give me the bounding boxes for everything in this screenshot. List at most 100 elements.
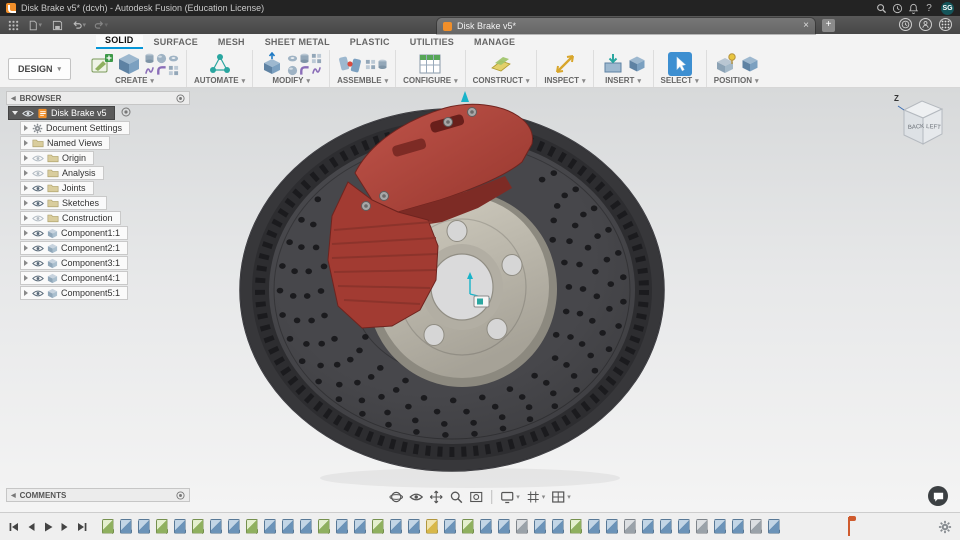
browser-row-analysis[interactable]: Analysis	[6, 166, 190, 180]
browser-row-component2[interactable]: Component2:1	[6, 241, 190, 255]
3d-viewport[interactable]: ◀ BROWSER Disk Brake v5 Document Setting…	[0, 88, 960, 512]
construct-dropdown[interactable]: CONSTRUCT ▾	[473, 76, 530, 86]
timeline-feature-sketch-6[interactable]	[192, 519, 204, 534]
panel-options-icon[interactable]	[176, 491, 185, 500]
combine-button[interactable]	[311, 53, 322, 64]
notifications-bell-icon[interactable]	[905, 1, 921, 15]
measure-button[interactable]	[553, 52, 577, 76]
timeline-feature-sketch-27[interactable]	[570, 519, 582, 534]
viewcube-face-back[interactable]: BACK	[908, 124, 925, 131]
automate-button[interactable]	[208, 52, 232, 76]
play-button[interactable]	[42, 521, 54, 533]
timeline-feature-feature-35[interactable]	[714, 519, 726, 534]
timeline-feature-feature-28[interactable]	[588, 519, 600, 534]
tab-mesh[interactable]: MESH	[209, 37, 254, 49]
browser-row-component4[interactable]: Component4:1	[6, 271, 190, 285]
visibility-eye-icon[interactable]	[32, 229, 44, 238]
tab-surface[interactable]: SURFACE	[145, 37, 207, 49]
job-status-icon[interactable]	[889, 1, 905, 15]
pan-icon[interactable]	[429, 490, 443, 504]
timeline-feature-feature-18[interactable]	[408, 519, 420, 534]
draft-button[interactable]	[311, 65, 322, 76]
skip-to-start-button[interactable]	[8, 521, 20, 533]
timeline-feature-joint-37[interactable]	[750, 519, 762, 534]
tab-manage[interactable]: MANAGE	[465, 37, 524, 49]
browser-row-construction[interactable]: Construction	[6, 211, 190, 225]
modify-dropdown[interactable]: MODIFY ▾	[272, 76, 310, 86]
tab-plastic[interactable]: PLASTIC	[341, 37, 399, 49]
browser-root-row[interactable]: Disk Brake v5	[6, 106, 190, 120]
revert-position-button[interactable]	[741, 55, 759, 73]
insert-derive-button[interactable]	[601, 52, 625, 76]
timeline-feature-feature-32[interactable]	[660, 519, 672, 534]
search-icon[interactable]	[873, 1, 889, 15]
timeline-feature-sketch-1[interactable]	[102, 519, 114, 534]
timeline-feature-feature-38[interactable]	[768, 519, 780, 534]
browser-row-document-settings[interactable]: Document Settings	[6, 121, 190, 135]
visibility-eye-icon[interactable]	[32, 184, 44, 193]
display-settings-icon[interactable]: ▾	[500, 490, 520, 504]
torus-button[interactable]	[168, 53, 179, 64]
comments-header[interactable]: ◀ COMMENTS	[6, 488, 190, 502]
timeline-feature-feature-7[interactable]	[210, 519, 222, 534]
assemble-dropdown[interactable]: ASSEMBLE ▾	[337, 76, 388, 86]
app-grid-icon[interactable]	[6, 18, 20, 32]
timeline-feature-sketch-9[interactable]	[246, 519, 258, 534]
timeline-feature-feature-23[interactable]	[498, 519, 510, 534]
undo-icon[interactable]: ▾	[72, 18, 86, 32]
visibility-eye-icon[interactable]	[32, 169, 44, 178]
timeline-playhead[interactable]	[848, 516, 856, 536]
tab-utilities[interactable]: UTILITIES	[401, 37, 463, 49]
inspect-dropdown[interactable]: INSPECT ▾	[544, 76, 585, 86]
timeline-feature-joint-30[interactable]	[624, 519, 636, 534]
visibility-eye-icon[interactable]	[32, 154, 44, 163]
timeline-feature-feature-14[interactable]	[336, 519, 348, 534]
visibility-eye-icon[interactable]	[32, 274, 44, 283]
timeline-feature-sketch-4[interactable]	[156, 519, 168, 534]
automate-dropdown[interactable]: AUTOMATE ▾	[194, 76, 245, 86]
collapse-panel-icon[interactable]: ◀	[11, 492, 16, 499]
skip-to-end-button[interactable]	[76, 521, 88, 533]
redo-icon[interactable]: ▾	[94, 18, 108, 32]
apps-icon[interactable]	[939, 18, 952, 31]
panel-options-icon[interactable]	[176, 94, 185, 103]
browser-header[interactable]: ◀ BROWSER	[6, 91, 190, 105]
configure-button[interactable]	[418, 52, 442, 76]
configure-dropdown[interactable]: CONFIGURE ▾	[403, 76, 458, 86]
fillet-button[interactable]	[287, 53, 298, 64]
split-body-button[interactable]	[299, 65, 310, 76]
browser-row-sketches[interactable]: Sketches	[6, 196, 190, 210]
timeline-feature-joint-34[interactable]	[696, 519, 708, 534]
select-button[interactable]	[667, 52, 692, 76]
tab-solid[interactable]: SOLID	[96, 35, 143, 49]
user-avatar[interactable]: SG	[941, 1, 954, 15]
timeline-feature-feature-31[interactable]	[642, 519, 654, 534]
timeline-feature-sketch-16[interactable]	[372, 519, 384, 534]
file-menu-icon[interactable]: ▾	[28, 18, 42, 32]
pipe-button[interactable]	[156, 65, 167, 76]
timeline-feature-feature-25[interactable]	[534, 519, 546, 534]
activate-component-icon[interactable]	[121, 107, 131, 117]
step-back-button[interactable]	[25, 521, 37, 533]
zoom-icon[interactable]	[449, 490, 463, 504]
timeline-feature-feature-36[interactable]	[732, 519, 744, 534]
timeline-feature-sketch-21[interactable]	[462, 519, 474, 534]
timeline-feature-feature-17[interactable]	[390, 519, 402, 534]
position-dropdown[interactable]: POSITION ▾	[714, 76, 759, 86]
cylinder-button[interactable]	[144, 53, 155, 64]
create-sketch-button[interactable]	[90, 52, 114, 76]
visibility-eye-icon[interactable]	[32, 214, 44, 223]
viewcube-face-left[interactable]: LEFT	[926, 124, 941, 131]
timeline-feature-feature-11[interactable]	[282, 519, 294, 534]
capture-position-button[interactable]	[714, 52, 738, 76]
browser-row-component3[interactable]: Component3:1	[6, 256, 190, 270]
collapse-panel-icon[interactable]: ◀	[11, 95, 16, 102]
expand-caret-icon[interactable]	[12, 111, 18, 115]
timeline-feature-feature-10[interactable]	[264, 519, 276, 534]
browser-row-component5[interactable]: Component5:1	[6, 286, 190, 300]
step-forward-button[interactable]	[59, 521, 71, 533]
press-pull-button[interactable]	[260, 52, 284, 76]
workspace-switcher[interactable]: DESIGN ▾	[8, 57, 72, 80]
joint-button[interactable]	[338, 52, 362, 76]
construction-plane-button[interactable]	[489, 52, 513, 76]
